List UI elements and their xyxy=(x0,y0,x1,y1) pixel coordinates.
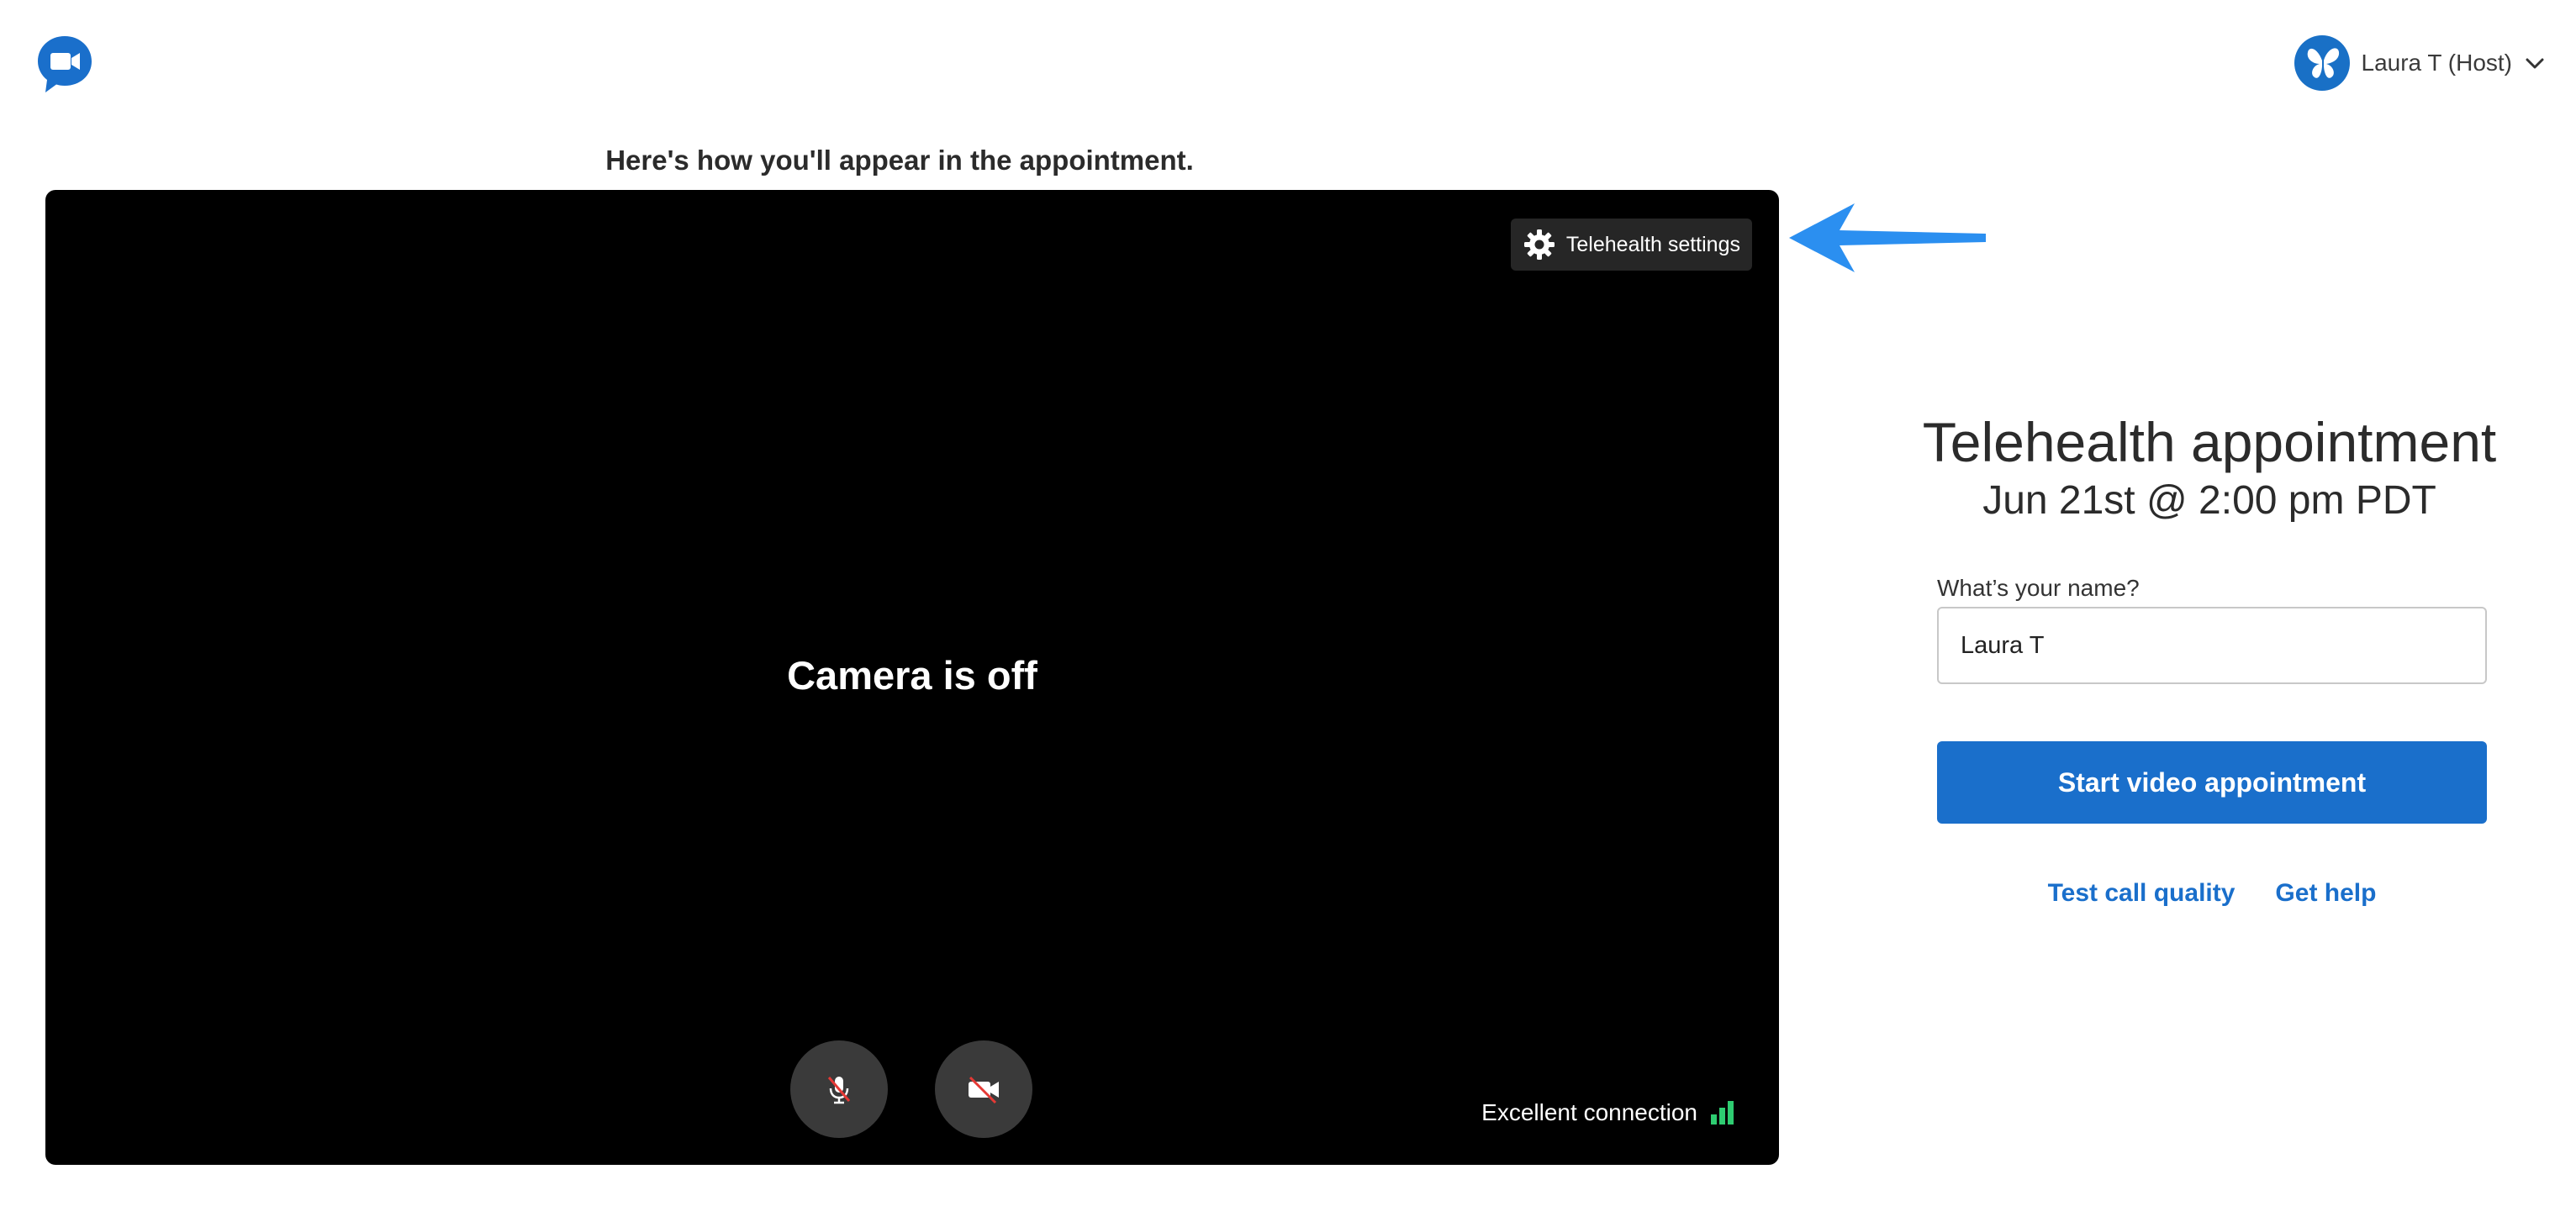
name-input[interactable] xyxy=(1937,607,2487,684)
test-call-quality-link[interactable]: Test call quality xyxy=(2048,879,2236,908)
annotation-arrow-icon xyxy=(1789,203,1986,272)
camera-off-message: Camera is off xyxy=(787,653,1037,698)
name-field-label: What’s your name? xyxy=(1937,575,2140,601)
user-name-label: Laura T (Host) xyxy=(2361,50,2512,76)
chevron-down-icon[interactable] xyxy=(2524,52,2546,74)
signal-bars-icon xyxy=(1711,1101,1734,1125)
camera-off-icon xyxy=(969,1076,999,1104)
page: Laura T (Host) Here's how you'll appear … xyxy=(0,0,2576,1222)
user-menu[interactable]: Laura T (Host) xyxy=(2294,34,2546,92)
get-help-link[interactable]: Get help xyxy=(2275,879,2376,908)
telehealth-settings-button[interactable]: Telehealth settings xyxy=(1510,219,1752,271)
connection-label: Excellent connection xyxy=(1481,1099,1697,1125)
help-links: Test call quality Get help xyxy=(1937,879,2487,908)
appointment-datetime: Jun 21st @ 2:00 pm PDT xyxy=(1982,478,2436,523)
app-logo-icon[interactable] xyxy=(35,34,94,94)
mute-microphone-button[interactable] xyxy=(790,1040,888,1138)
toggle-camera-button[interactable] xyxy=(935,1040,1032,1138)
microphone-muted-icon xyxy=(827,1077,851,1104)
preview-heading: Here's how you'll appear in the appointm… xyxy=(605,145,1194,176)
connection-status: Excellent connection xyxy=(1481,1099,1734,1126)
telehealth-settings-label: Telehealth settings xyxy=(1565,232,1740,256)
appointment-title: Telehealth appointment xyxy=(1922,411,2497,473)
video-preview: Telehealth settings Camera is off Excell… xyxy=(45,190,1779,1165)
start-video-appointment-button[interactable]: Start video appointment xyxy=(1937,741,2487,824)
butterfly-icon xyxy=(2294,35,2350,91)
gear-icon xyxy=(1523,229,1555,260)
